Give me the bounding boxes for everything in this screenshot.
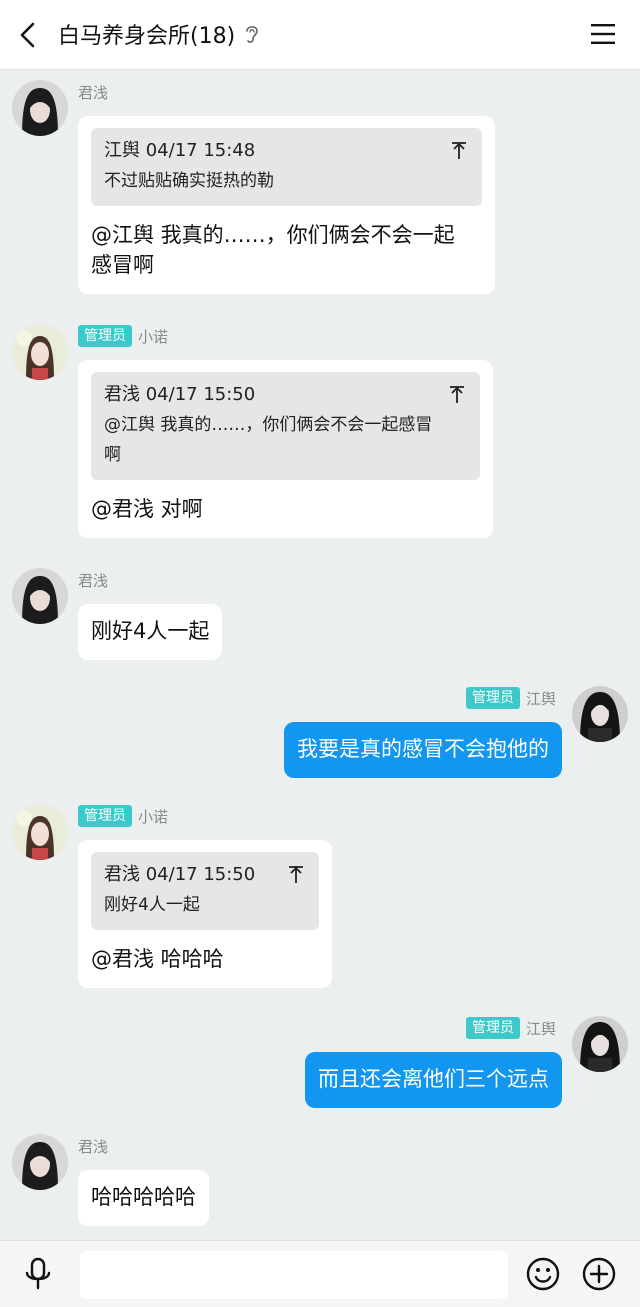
avatar[interactable]	[572, 686, 628, 742]
jump-to-original-icon[interactable]	[448, 385, 466, 405]
quote-header: 君浅 04/17 15:50	[104, 864, 256, 885]
sender-row: 管理员 小诺	[78, 804, 168, 828]
message-bubble[interactable]: 哈哈哈哈哈	[78, 1170, 209, 1226]
avatar[interactable]	[12, 804, 68, 860]
quoted-message[interactable]: 君浅 04/17 15:50 @江舆 我真的……，你们俩会不会一起感冒 啊	[91, 372, 480, 480]
sender-row: 君浅	[78, 568, 108, 592]
avatar[interactable]	[572, 1016, 628, 1072]
message-bubble[interactable]: 君浅 04/17 15:50 刚好4人一起 @君浅 哈哈哈	[78, 840, 332, 988]
admin-badge: 管理员	[78, 325, 132, 347]
avatar[interactable]	[12, 568, 68, 624]
plus-icon[interactable]	[582, 1257, 616, 1291]
sender-row: 管理员 江舆	[465, 686, 556, 710]
back-chevron-icon[interactable]	[14, 20, 44, 50]
sender-name: 君浅	[78, 83, 109, 102]
message-text: 刚好4人一起	[91, 619, 210, 643]
message-bubble[interactable]: 而且还会离他们三个远点	[305, 1052, 562, 1108]
message-bubble[interactable]: 江舆 04/17 15:48 不过贴贴确实挺热的勒 @江舆 我真的……，你们俩会…	[78, 116, 495, 294]
jump-to-original-icon[interactable]	[450, 141, 468, 161]
quoted-message[interactable]: 君浅 04/17 15:50 刚好4人一起	[91, 852, 319, 930]
sender-name: 江舆	[525, 689, 556, 708]
sender-name: 江舆	[525, 1019, 556, 1038]
message-text: 而且还会离他们三个远点	[318, 1067, 549, 1091]
input-bar	[0, 1240, 640, 1307]
message-bubble[interactable]: 刚好4人一起	[78, 604, 223, 660]
message-bubble[interactable]: 君浅 04/17 15:50 @江舆 我真的……，你们俩会不会一起感冒 啊 @君…	[78, 360, 493, 538]
message-text: 我要是真的感冒不会抱他的	[297, 737, 549, 761]
chat-message-list[interactable]: 君浅 江舆 04/17 15:48 不过贴贴确实挺热的勒 @江舆 我真的……，你…	[0, 70, 640, 1240]
admin-badge: 管理员	[465, 1017, 520, 1039]
sender-name: 小诺	[138, 327, 169, 346]
quoted-message[interactable]: 江舆 04/17 15:48 不过贴贴确实挺热的勒	[91, 128, 482, 206]
quote-text: 不过贴贴确实挺热的勒	[104, 171, 274, 191]
chat-header: 白马养身会所(18)	[0, 0, 640, 70]
quote-text: @江舆 我真的……，你们俩会不会一起感冒 啊	[104, 415, 433, 465]
microphone-icon[interactable]	[22, 1257, 54, 1291]
message-text: @君浅 对啊	[91, 497, 203, 521]
admin-badge: 管理员	[465, 687, 520, 709]
ear-icon	[246, 26, 258, 43]
sender-name: 小诺	[138, 807, 169, 826]
group-title[interactable]: 白马养身会所(18)	[58, 18, 261, 50]
quote-header: 君浅 04/17 15:50	[104, 384, 256, 405]
sender-row: 君浅	[78, 80, 108, 104]
hamburger-menu-icon[interactable]	[590, 22, 616, 46]
avatar[interactable]	[12, 80, 68, 136]
message-text: 哈哈哈哈哈	[91, 1185, 196, 1209]
avatar[interactable]	[12, 1134, 68, 1190]
admin-badge: 管理员	[78, 805, 132, 827]
message-bubble[interactable]: 我要是真的感冒不会抱他的	[284, 722, 562, 778]
sender-row: 管理员 江舆	[465, 1016, 556, 1040]
sender-name: 君浅	[78, 571, 109, 590]
message-text: @君浅 哈哈哈	[91, 947, 224, 971]
group-title-text: 白马养身会所(18)	[58, 24, 236, 49]
message-text: @江舆 我真的……，你们俩会不会一起 感冒啊	[91, 223, 455, 277]
emoji-icon[interactable]	[526, 1257, 560, 1291]
sender-row: 管理员 小诺	[78, 324, 168, 348]
quote-text: 刚好4人一起	[104, 895, 200, 915]
message-input[interactable]	[80, 1251, 508, 1299]
sender-name: 君浅	[78, 1137, 109, 1156]
quote-header: 江舆 04/17 15:48	[104, 140, 256, 161]
jump-to-original-icon[interactable]	[287, 865, 305, 885]
avatar[interactable]	[12, 324, 68, 380]
sender-row: 君浅	[78, 1134, 108, 1158]
